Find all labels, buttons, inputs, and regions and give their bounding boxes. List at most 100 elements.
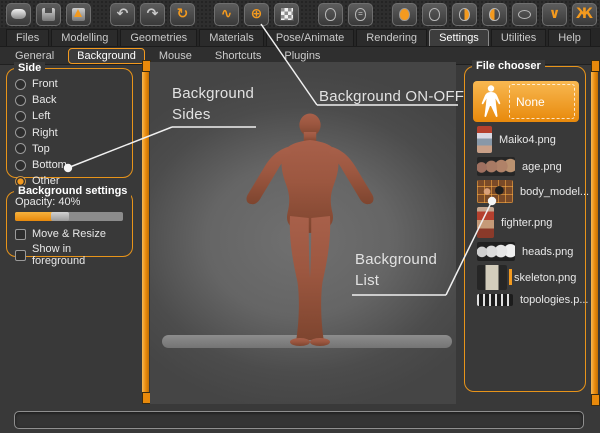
file-item-skeleton-png[interactable]: skeleton.png	[477, 265, 579, 290]
age-thumbnail-icon	[477, 157, 515, 176]
body-thumbnail-icon	[477, 180, 513, 203]
front-view-button[interactable]	[392, 2, 417, 26]
top-view-button[interactable]	[512, 2, 537, 26]
file-list: Maiko4.png age.png body_model... fighter.pn…	[471, 126, 589, 306]
radio-option-back[interactable]: Back	[15, 92, 132, 108]
redo-arrow-icon: ↷	[146, 6, 159, 22]
head-left-half-icon	[489, 7, 500, 21]
background-settings-title: Background settings	[14, 185, 132, 197]
radio-option-front[interactable]: Front	[15, 76, 132, 92]
radio-icon	[15, 78, 26, 90]
radio-option-bottom[interactable]: Bottom	[15, 157, 132, 173]
person-silhouette-icon	[473, 81, 509, 122]
file-chooser-groupbox: File chooser None Maiko4.png age.png body_…	[464, 60, 589, 392]
global-pose-button[interactable]: Ж	[572, 2, 597, 26]
head-right-half-icon	[459, 7, 470, 21]
right-view-button[interactable]	[452, 2, 477, 26]
toolbar-separator	[96, 3, 105, 26]
radio-label: Left	[32, 110, 51, 123]
fighter-thumbnail-icon	[477, 207, 494, 238]
toolbar-separator	[304, 3, 313, 26]
file-item-label: Maiko4.png	[499, 133, 556, 146]
toolbar-separator	[200, 3, 209, 26]
wave-icon: ∿	[220, 6, 233, 22]
smooth-toggle-button[interactable]: ∿	[214, 2, 239, 26]
checkbox-icon	[15, 228, 26, 240]
tab-geometries[interactable]: Geometries	[120, 29, 198, 46]
radio-option-left[interactable]: Left	[15, 108, 132, 124]
checkerboard-icon	[279, 7, 294, 21]
globe-icon: ⊕	[250, 6, 263, 22]
new-mesh-button[interactable]	[6, 2, 31, 26]
save-button[interactable]	[36, 2, 61, 26]
radio-label: Bottom	[32, 159, 67, 172]
maiko-thumbnail-icon	[477, 126, 492, 153]
bottom-view-button[interactable]: ∨	[542, 2, 567, 26]
symmetry-button[interactable]	[348, 2, 373, 26]
tab-files[interactable]: Files	[6, 29, 50, 46]
head-top-icon	[518, 9, 531, 19]
radio-icon	[15, 94, 26, 106]
tab-modelling[interactable]: Modelling	[51, 29, 119, 46]
tab-utilities[interactable]: Utilities	[490, 29, 547, 46]
head-front-icon	[399, 7, 410, 21]
file-item-age-png[interactable]: age.png	[477, 157, 579, 176]
right-panel-scrollbar[interactable]	[591, 60, 600, 406]
checkbox-show-in-foreground[interactable]: Show in foreground	[15, 243, 124, 267]
redo-button[interactable]: ↷	[140, 2, 165, 26]
head-equals-icon	[355, 7, 366, 21]
load-button[interactable]	[66, 2, 91, 26]
file-item-topologies-p[interactable]: topologies.p...	[477, 294, 589, 306]
opacity-slider-handle[interactable]	[51, 212, 70, 221]
radio-option-top[interactable]: Top	[15, 141, 132, 157]
side-groupbox: Side Front Back Left Right Top Bottom Other	[6, 62, 133, 187]
undo-button[interactable]: ↶	[110, 2, 135, 26]
background-settings-checkboxes: Move & Resize Show in foreground	[15, 226, 124, 267]
checkbox-icon	[15, 249, 26, 261]
opacity-slider[interactable]	[15, 212, 123, 221]
reset-circular-arrow-icon: ↻	[176, 6, 189, 22]
radio-icon	[15, 143, 26, 155]
makehuman-window: { "window": { "bg": "#393939" }, "colors…	[0, 0, 600, 433]
status-bar	[14, 411, 584, 429]
tab-settings[interactable]: Settings	[429, 29, 489, 46]
left-panel-splitter[interactable]	[142, 60, 151, 404]
viewport-3d[interactable]	[150, 62, 456, 404]
stick-figure-icon: Ж	[575, 6, 594, 22]
reset-button[interactable]: ↻	[170, 2, 195, 26]
floppy-load-icon	[72, 7, 85, 21]
wireframe-globe-button[interactable]: ⊕	[244, 2, 269, 26]
file-item-heads-png[interactable]: heads.png	[477, 242, 579, 261]
tab-background[interactable]: Background	[68, 47, 145, 64]
tab-pose-animate[interactable]: Pose/Animate	[265, 29, 355, 46]
opacity-label: Opacity: 40%	[15, 196, 81, 208]
file-item-label: age.png	[522, 160, 562, 173]
file-chooser-title: File chooser	[472, 60, 545, 72]
skeleton-thumbnail-icon	[477, 265, 512, 290]
file-item-maiko4-png[interactable]: Maiko4.png	[477, 126, 579, 153]
file-item-none-selected[interactable]: None	[473, 81, 579, 122]
background-toggle-button[interactable]	[274, 2, 299, 26]
floppy-save-icon	[42, 7, 55, 21]
side-group-title: Side	[14, 62, 46, 74]
left-view-button[interactable]	[482, 2, 507, 26]
background-settings-groupbox: Background settings Opacity: 40% Move & …	[6, 185, 133, 267]
tab-materials[interactable]: Materials	[199, 29, 264, 46]
checkbox-label: Move & Resize	[32, 228, 106, 240]
radio-option-right[interactable]: Right	[15, 125, 132, 141]
rotate-view-button[interactable]	[318, 2, 343, 26]
file-item-label: heads.png	[522, 245, 574, 258]
radio-icon	[15, 110, 26, 122]
radio-label: Right	[32, 126, 58, 139]
tab-help[interactable]: Help	[548, 29, 591, 46]
file-item-body-model[interactable]: body_model...	[477, 180, 589, 203]
topologies-thumbnail-icon	[477, 294, 513, 306]
file-item-label: topologies.p...	[520, 294, 589, 306]
heads-thumbnail-icon	[477, 242, 515, 261]
file-item-label: fighter.png	[501, 216, 553, 229]
back-view-button[interactable]	[422, 2, 447, 26]
side-radio-list: Front Back Left Right Top Bottom Other	[15, 76, 132, 189]
checkbox-move-resize[interactable]: Move & Resize	[15, 226, 124, 242]
tab-rendering[interactable]: Rendering	[356, 29, 428, 46]
file-item-fighter-png[interactable]: fighter.png	[477, 207, 579, 238]
